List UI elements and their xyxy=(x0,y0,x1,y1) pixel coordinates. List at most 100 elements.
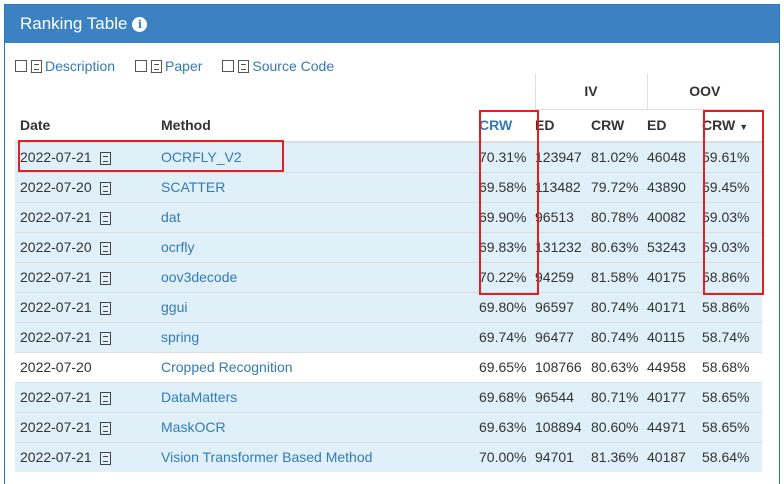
method-cell[interactable]: SCATTER xyxy=(161,171,479,202)
date-cell: 2022-07-21 xyxy=(15,141,161,172)
crw-cell: 70.00% xyxy=(479,441,535,472)
method-cell[interactable]: Vision Transformer Based Method xyxy=(161,441,479,472)
method-link[interactable]: Cropped Recognition xyxy=(161,359,293,375)
method-link[interactable]: ocrfly xyxy=(161,239,194,255)
method-link[interactable]: OCRFLY_V2 xyxy=(161,149,242,165)
method-cell[interactable]: DataMatters xyxy=(161,381,479,412)
method-link[interactable]: DataMatters xyxy=(161,389,237,405)
group-header-row: IV OOV xyxy=(15,74,762,110)
document-icon[interactable] xyxy=(99,271,111,285)
iv-crw-header[interactable]: CRW xyxy=(591,109,647,143)
method-header[interactable]: Method xyxy=(161,109,479,143)
iv-ed-cell: 94259 xyxy=(535,261,591,292)
oov-crw-cell: 58.86% xyxy=(702,291,762,322)
method-cell[interactable]: Cropped Recognition xyxy=(161,351,479,382)
iv-crw-cell: 81.36% xyxy=(591,441,647,472)
panel-header: Ranking Table i xyxy=(5,5,779,43)
oov-group-header: OOV xyxy=(646,74,762,110)
document-icon[interactable] xyxy=(99,452,111,466)
table-row: 2022-07-21 ggui 69.80% 96597 80.74% 40171 58.8… xyxy=(15,291,762,322)
date-cell: 2022-07-20 xyxy=(15,351,161,382)
document-icon[interactable] xyxy=(99,331,111,345)
method-cell[interactable]: ggui xyxy=(161,291,479,322)
table-row: 2022-07-21 oov3decode 70.22% 94259 81.58% 401… xyxy=(15,261,762,292)
checkbox-icon[interactable] xyxy=(222,60,235,72)
method-cell[interactable]: MaskOCR xyxy=(161,411,479,442)
crw-header[interactable]: CRW xyxy=(479,109,535,143)
oov-ed-header[interactable]: ED xyxy=(647,109,702,143)
document-icon[interactable] xyxy=(99,181,111,195)
method-cell[interactable]: ocrfly xyxy=(161,231,479,262)
document-icon[interactable] xyxy=(99,421,111,435)
iv-ed-cell: 94701 xyxy=(535,441,591,472)
iv-ed-header[interactable]: ED xyxy=(535,109,591,143)
iv-ed-cell: 123947 xyxy=(535,141,591,172)
iv-ed-cell: 96597 xyxy=(535,291,591,322)
method-link[interactable]: dat xyxy=(161,209,180,225)
column-header-row: Date Method CRW ED CRW ED CRW ▼ xyxy=(15,109,762,143)
crw-cell: 69.83% xyxy=(479,231,535,262)
method-cell[interactable]: OCRFLY_V2 xyxy=(161,141,479,172)
checkbox-icon[interactable] xyxy=(135,60,148,72)
oov-crw-cell: 58.86% xyxy=(702,261,762,292)
crw-cell: 70.31% xyxy=(479,141,535,172)
oov-ed-cell: 40187 xyxy=(647,441,702,472)
document-icon[interactable] xyxy=(99,211,111,225)
method-link[interactable]: oov3decode xyxy=(161,269,237,285)
pdf-icon xyxy=(151,59,163,73)
document-icon[interactable] xyxy=(99,301,111,315)
oov-ed-cell: 40115 xyxy=(647,321,702,352)
method-link[interactable]: ggui xyxy=(161,299,187,315)
document-icon[interactable] xyxy=(99,391,111,405)
sort-desc-icon[interactable]: ▼ xyxy=(739,122,748,132)
table-row: 2022-07-21 dat 69.90% 96513 80.78% 40082 59.03… xyxy=(15,201,762,232)
date-cell: 2022-07-20 xyxy=(15,171,161,202)
date-cell: 2022-07-21 xyxy=(15,291,161,322)
iv-crw-cell: 81.58% xyxy=(591,261,647,292)
info-icon[interactable]: i xyxy=(132,16,148,32)
iv-ed-cell: 96477 xyxy=(535,321,591,352)
table-row: 2022-07-20 Cropped Recognition 69.65% 10876… xyxy=(15,351,762,382)
checkbox-icon[interactable] xyxy=(15,60,27,72)
iv-ed-cell: 131232 xyxy=(535,231,591,262)
method-cell[interactable]: oov3decode xyxy=(161,261,479,292)
oov-crw-cell: 58.74% xyxy=(702,321,762,352)
table-row: 2022-07-21 Vision Transformer Based Metho… xyxy=(15,441,762,472)
oov-crw-header[interactable]: CRW ▼ xyxy=(702,109,762,143)
iv-crw-cell: 79.72% xyxy=(591,171,647,202)
oov-ed-cell: 46048 xyxy=(647,141,702,172)
method-link[interactable]: SCATTER xyxy=(161,179,225,195)
iv-crw-cell: 80.71% xyxy=(591,381,647,412)
document-icon[interactable] xyxy=(99,241,111,255)
source-code-link[interactable]: Source Code xyxy=(222,58,334,74)
date-header[interactable]: Date xyxy=(15,109,161,143)
oov-crw-cell: 58.68% xyxy=(702,351,762,382)
iv-crw-cell: 80.74% xyxy=(591,321,647,352)
crw-cell: 69.63% xyxy=(479,411,535,442)
oov-ed-cell: 40171 xyxy=(647,291,702,322)
date-cell: 2022-07-21 xyxy=(15,261,161,292)
table-row: 2022-07-20 ocrfly 69.83% 131232 80.63% 53243 5… xyxy=(15,231,762,262)
resource-links: Description Paper Source Code xyxy=(15,58,334,74)
method-link[interactable]: spring xyxy=(161,329,199,345)
oov-crw-cell: 59.03% xyxy=(702,231,762,262)
ranking-table: IV OOV Date Method CRW ED CRW ED CRW ▼ 20… xyxy=(15,74,762,472)
crw-cell: 69.58% xyxy=(479,171,535,202)
crw-cell: 69.80% xyxy=(479,291,535,322)
document-icon[interactable] xyxy=(99,152,111,166)
iv-crw-cell: 80.60% xyxy=(591,411,647,442)
table-row: 2022-07-21 OCRFLY_V2 70.31% 123947 81.02% 460… xyxy=(15,141,762,172)
crw-cell: 69.65% xyxy=(479,351,535,382)
crw-cell: 69.68% xyxy=(479,381,535,412)
iv-ed-cell: 108894 xyxy=(535,411,591,442)
iv-ed-cell: 96544 xyxy=(535,381,591,412)
description-link[interactable]: Description xyxy=(15,58,115,74)
crw-cell: 70.22% xyxy=(479,261,535,292)
method-link[interactable]: MaskOCR xyxy=(161,419,226,435)
method-cell[interactable]: dat xyxy=(161,201,479,232)
paper-link[interactable]: Paper xyxy=(135,58,202,74)
iv-ed-cell: 113482 xyxy=(535,171,591,202)
method-link[interactable]: Vision Transformer Based Method xyxy=(161,449,372,465)
method-cell[interactable]: spring xyxy=(161,321,479,352)
iv-crw-cell: 80.63% xyxy=(591,231,647,262)
